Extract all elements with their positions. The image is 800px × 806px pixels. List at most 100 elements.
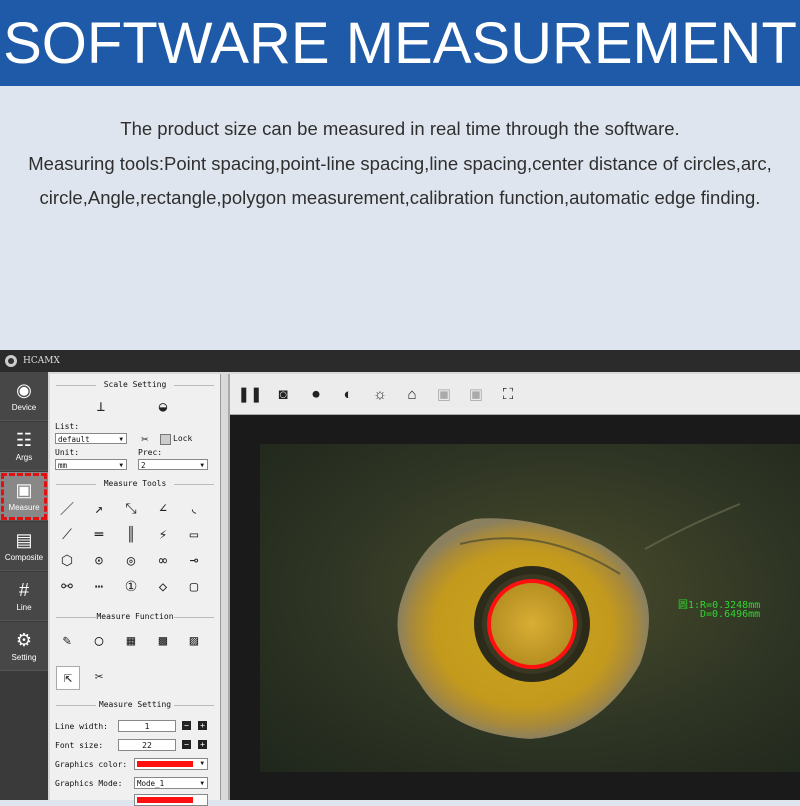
circle-distance-icon[interactable]: ∞ — [152, 550, 174, 572]
select-cursor-icon[interactable]: ⇱ — [56, 666, 80, 690]
nav-line[interactable]: # Line — [0, 572, 48, 621]
video-record-icon[interactable]: ⏺ — [306, 384, 326, 404]
graphics-color-label: Graphics color: — [55, 760, 128, 769]
scissors-icon[interactable]: ✂ — [134, 428, 156, 450]
prec-value: 2 — [141, 461, 146, 470]
lock-label: Lock — [173, 434, 193, 443]
point-spacing-icon[interactable]: ↗ — [88, 498, 110, 520]
fullscreen-icon[interactable]: ⛶ — [498, 384, 518, 404]
unit-select[interactable]: mm ▼ — [55, 459, 127, 470]
description-line-3: circle,Angle,rectangle,polygon measureme… — [39, 187, 761, 208]
pause-icon[interactable]: ❚❚ — [237, 384, 262, 404]
contrast-icon[interactable]: ◐ — [338, 384, 358, 404]
color-swatch — [137, 761, 193, 767]
line-tool-icon[interactable]: ／ — [56, 498, 78, 520]
banner-title: SOFTWARE MEASUREMENT — [0, 0, 800, 86]
minus-icon[interactable]: − — [182, 721, 191, 730]
nav-composite[interactable]: ▤ Composite — [0, 522, 48, 571]
image-viewer: ❚❚ ◙ ⏺ ◐ ☼ ⌂ ▣ ▣ ⛶ 圆1:R=0.3248mm D=0.649… — [228, 374, 800, 800]
scissors-icon[interactable]: ✂ — [88, 666, 110, 688]
export-icon[interactable]: ▨ — [183, 630, 205, 652]
vertical-spacing-icon[interactable]: ║ — [120, 524, 142, 546]
rectangle-tool-icon[interactable]: ▭ — [183, 524, 205, 546]
nav-composite-label: Composite — [4, 552, 44, 562]
nav-measure[interactable]: ▣ Measure — [0, 472, 48, 521]
frame-icon[interactable]: ▦ — [120, 630, 142, 652]
dotted-scale-icon[interactable]: ⋯ — [88, 576, 110, 598]
minus-icon[interactable]: − — [182, 740, 191, 749]
parallel-line-icon[interactable]: ⟋ — [56, 524, 78, 546]
nav-device-label: Device — [11, 402, 37, 412]
nav-args[interactable]: ☷ Args — [0, 422, 48, 471]
polygon-tool-icon[interactable]: ⬡ — [56, 550, 78, 572]
ruler-icon[interactable]: ⊥ — [90, 396, 112, 418]
arc-tool-icon[interactable]: ◟ — [183, 498, 205, 520]
chevron-down-icon: ▼ — [119, 436, 123, 443]
scale-setting-heading: Scale Setting — [50, 380, 220, 389]
graphics-mode-value: Mode_1 — [137, 779, 165, 788]
brightness-icon[interactable]: ☼ — [370, 384, 390, 404]
prec-label: Prec: — [138, 448, 163, 457]
nav-line-label: Line — [16, 602, 32, 612]
list-select[interactable]: default ▼ — [55, 433, 127, 444]
font-size-input[interactable]: 22 — [118, 739, 176, 751]
lock-checkbox[interactable] — [160, 434, 171, 445]
square-number-icon[interactable]: ▢ — [183, 576, 205, 598]
measure-setting-heading: Measure Setting — [50, 700, 220, 709]
line-spacing-icon[interactable]: ═ — [88, 524, 110, 546]
chevron-down-icon: ▼ — [200, 760, 204, 767]
polyline-icon[interactable]: ⚡ — [152, 524, 174, 546]
description-line-1: The product size can be measured in real… — [120, 118, 680, 139]
app-title: HCAMX — [23, 356, 60, 366]
chevron-down-icon: ▼ — [200, 780, 204, 787]
angle-tool-icon[interactable]: ∠ — [152, 498, 174, 520]
edge-find-icon[interactable]: ⊸ — [183, 550, 205, 572]
edit-icon[interactable]: ✎ — [56, 630, 78, 652]
nav-args-label: Args — [15, 452, 33, 462]
nav-setting[interactable]: ⚙ Setting — [0, 622, 48, 671]
plus-icon[interactable]: + — [198, 740, 207, 749]
unit-label: Unit: — [55, 448, 80, 457]
circle-number-icon[interactable]: ① — [120, 576, 142, 598]
grid-icon: # — [18, 579, 29, 600]
save-as-icon[interactable]: ▣ — [466, 384, 486, 404]
save-icon[interactable]: ▣ — [434, 384, 454, 404]
folder-open-icon[interactable]: ⌂ — [402, 384, 422, 404]
nav-measure-label: Measure — [8, 502, 40, 512]
chevron-down-icon: ▼ — [200, 462, 204, 469]
extra-color-picker[interactable] — [134, 794, 208, 806]
diamond-number-icon[interactable]: ◇ — [152, 576, 174, 598]
description: The product size can be measured in real… — [0, 86, 800, 350]
point-line-icon[interactable]: ⤡ — [120, 498, 142, 520]
graphics-color-picker[interactable]: ▼ — [134, 758, 208, 770]
composite-icon: ▤ — [15, 529, 33, 550]
line-width-input[interactable]: 1 — [118, 720, 176, 732]
measurement-readout-diameter: D=0.6496mm — [700, 609, 761, 620]
point-tool-icon[interactable]: ⚯ — [56, 576, 78, 598]
concentric-circle-icon[interactable]: ◎ — [120, 550, 142, 572]
lasso-icon[interactable]: ◯ — [88, 630, 110, 652]
nav-device[interactable]: ◉ Device — [0, 372, 48, 421]
unit-value: mm — [58, 461, 68, 470]
measure-icon: ▣ — [15, 479, 33, 500]
graphics-mode-select[interactable]: Mode_1 ▼ — [134, 777, 208, 789]
graphics-mode-label: Graphics Mode: — [55, 779, 123, 788]
measure-function-heading: Measure Function — [50, 612, 220, 621]
title-bar: HCAMX — [0, 350, 800, 372]
microscope-image[interactable]: 圆1:R=0.3248mm D=0.6496mm — [260, 444, 800, 772]
line-width-label: Line width: — [55, 722, 108, 731]
sliders-icon: ☷ — [15, 429, 33, 450]
capture-icon[interactable]: ▩ — [152, 630, 174, 652]
protractor-icon[interactable]: ◒ — [152, 396, 174, 418]
camera-icon[interactable]: ◙ — [273, 384, 293, 404]
color-swatch — [137, 797, 193, 803]
description-line-2: Measuring tools:Point spacing,point-line… — [28, 153, 772, 174]
circle-tool-icon[interactable]: ⊙ — [88, 550, 110, 572]
gear-icon: ⚙ — [15, 629, 33, 650]
measure-tools-heading: Measure Tools — [50, 479, 220, 488]
app-logo-icon — [5, 355, 17, 367]
plus-icon[interactable]: + — [198, 721, 207, 730]
webcam-icon: ◉ — [16, 379, 32, 400]
measure-panel: Scale Setting ⊥ ◒ List: default ▼ ✂ Lock… — [50, 374, 221, 806]
prec-select[interactable]: 2 ▼ — [138, 459, 208, 470]
